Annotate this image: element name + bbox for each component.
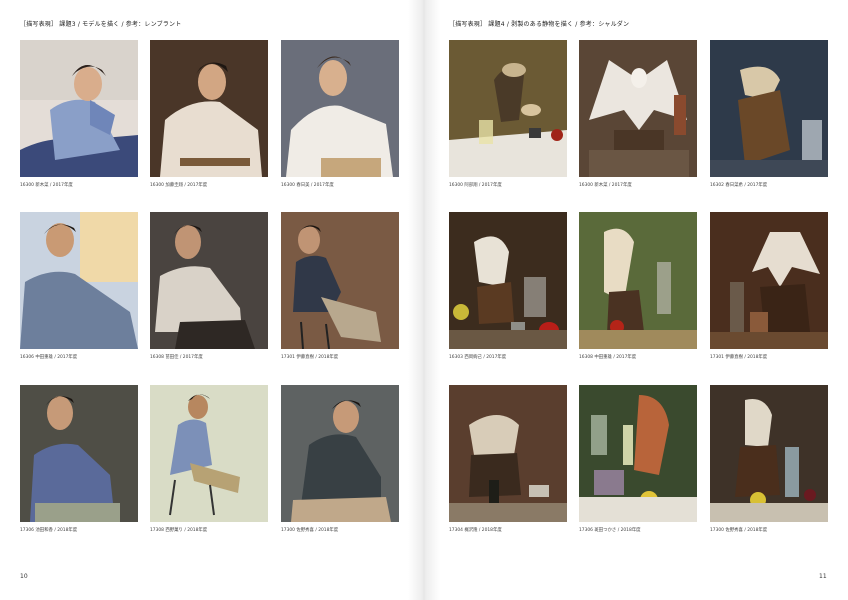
- still-life-painting: [579, 385, 697, 522]
- figure-caption: 17308 西野菓り / 2018年度: [150, 528, 208, 533]
- still-life-painting: [710, 385, 828, 522]
- right-page-heading: ［描写表現］ 課題4 / 剥製のある静物を描く / 参考：シャルダン: [449, 21, 630, 28]
- portrait-painting: [20, 385, 138, 522]
- figure-caption: 16302 春日菜希 / 2017年度: [710, 183, 768, 188]
- figure-card: 17306 斑田つかさ / 2018年度: [579, 385, 697, 533]
- figure-card: 16303 西岡絢己 / 2017年度: [449, 212, 567, 360]
- figure-card: 17304 梶沢隆 / 2018年度: [449, 385, 567, 533]
- portrait-painting: [281, 212, 399, 349]
- still-life-painting: [710, 40, 828, 177]
- figure-caption: 17304 梶沢隆 / 2018年度: [449, 528, 502, 533]
- left-page-heading: ［描写表現］ 課題3 / モデルを描く / 参考：レンブラント: [20, 21, 182, 28]
- still-life-painting: [710, 212, 828, 349]
- figure-caption: 16306 中田重雄 / 2017年度: [20, 355, 78, 360]
- page-number: 11: [819, 573, 827, 580]
- figure-caption: 16300 阿部翔 / 2017年度: [449, 183, 502, 188]
- book-gutter: [408, 0, 440, 600]
- portrait-painting: [281, 385, 399, 522]
- portrait-painting: [20, 212, 138, 349]
- figure-card: 16306 中田重雄 / 2017年度: [20, 212, 138, 360]
- figure-caption: 17306 斑田つかさ / 2018年度: [579, 528, 641, 533]
- figure-card: 16300 新木菜 / 2017年度: [579, 40, 697, 188]
- figure-caption: 16300 春日美 / 2017年度: [281, 183, 334, 188]
- figure-card: 17300 佐野秀喜 / 2018年度: [281, 385, 399, 533]
- figure-card: 16308 苗田佳 / 2017年度: [150, 212, 268, 360]
- figure-card: 16300 春日美 / 2017年度: [281, 40, 399, 188]
- figure-card: 16300 加藤圭翔 / 2017年度: [150, 40, 268, 188]
- still-life-painting: [579, 212, 697, 349]
- book-spread: ［描写表現］ 課題3 / モデルを描く / 参考：レンブラント 16300 新木…: [0, 0, 848, 600]
- figure-caption: 17301 伊藤直樹 / 2018年度: [710, 355, 768, 360]
- left-page: ［描写表現］ 課題3 / モデルを描く / 参考：レンブラント 16300 新木…: [0, 0, 424, 600]
- figure-caption: 16308 苗田佳 / 2017年度: [150, 355, 203, 360]
- figure-card: 16308 中田重雄 / 2017年度: [579, 212, 697, 360]
- figure-caption: 16300 新木菜 / 2017年度: [579, 183, 632, 188]
- figure-card: 17300 佐野秀喜 / 2018年度: [710, 385, 828, 533]
- figure-caption: 17300 佐野秀喜 / 2018年度: [710, 528, 768, 533]
- figure-caption: 17306 池田和香 / 2018年度: [20, 528, 78, 533]
- figure-caption: 16300 新木菜 / 2017年度: [20, 183, 73, 188]
- figure-caption: 16303 西岡絢己 / 2017年度: [449, 355, 507, 360]
- still-life-painting: [449, 385, 567, 522]
- figure-caption: 17301 伊藤直樹 / 2018年度: [281, 355, 339, 360]
- figure-caption: 17300 佐野秀喜 / 2018年度: [281, 528, 339, 533]
- portrait-painting: [150, 212, 268, 349]
- figure-card: 16300 新木菜 / 2017年度: [20, 40, 138, 188]
- figure-card: 17306 池田和香 / 2018年度: [20, 385, 138, 533]
- still-life-painting: [449, 212, 567, 349]
- still-life-painting: [449, 40, 567, 177]
- page-number: 10: [20, 573, 28, 580]
- portrait-painting: [20, 40, 138, 177]
- figure-card: 16302 春日菜希 / 2017年度: [710, 40, 828, 188]
- figure-card: 16300 阿部翔 / 2017年度: [449, 40, 567, 188]
- figure-caption: 16308 中田重雄 / 2017年度: [579, 355, 637, 360]
- figure-card: 17301 伊藤直樹 / 2018年度: [281, 212, 399, 360]
- portrait-painting: [150, 40, 268, 177]
- figure-caption: 16300 加藤圭翔 / 2017年度: [150, 183, 208, 188]
- figure-card: 17308 西野菓り / 2018年度: [150, 385, 268, 533]
- portrait-painting: [150, 385, 268, 522]
- right-page: ［描写表現］ 課題4 / 剥製のある静物を描く / 参考：シャルダン 16300…: [424, 0, 848, 600]
- still-life-painting: [579, 40, 697, 177]
- figure-card: 17301 伊藤直樹 / 2018年度: [710, 212, 828, 360]
- portrait-painting: [281, 40, 399, 177]
